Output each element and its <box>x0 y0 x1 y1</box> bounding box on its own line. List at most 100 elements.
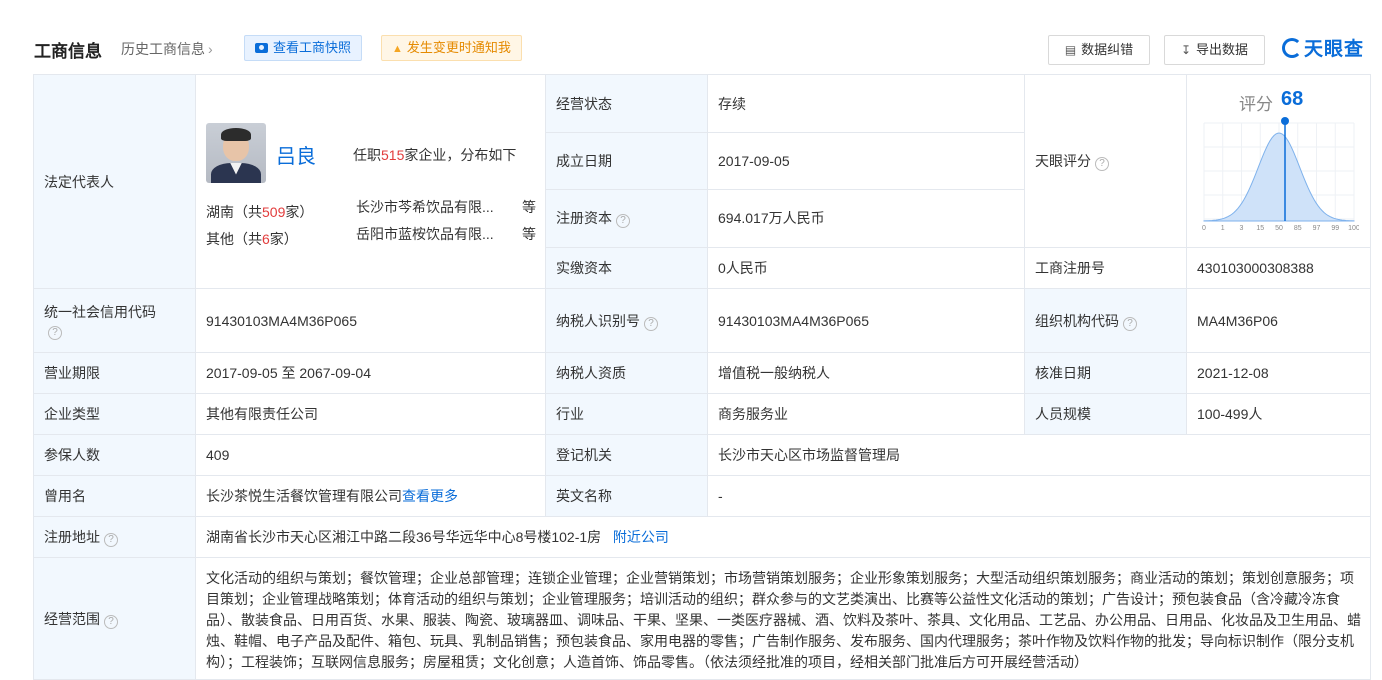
term-value: 2017-09-05 至 2067-09-04 <box>195 352 546 394</box>
address-cell: 湖南省长沙市天心区湘江中路二段36号华远华中心8号楼102-1房 附近公司 <box>195 516 1371 558</box>
score-tick-label: 15 <box>1256 225 1264 232</box>
english-name-label: 英文名称 <box>545 475 708 517</box>
industry-value: 商务服务业 <box>707 393 1025 435</box>
header-bar: 工商信息 历史工商信息 › 查看工商快照 ▲ 发生变更时通知我 ▤ 数据纠错 ↧ 导出数… <box>0 0 1382 74</box>
camera-icon <box>255 43 268 53</box>
score-tick-label: 85 <box>1294 225 1302 232</box>
established-value: 2017-09-05 <box>707 132 1025 190</box>
export-data-button[interactable]: ↧ 导出数据 <box>1164 35 1265 65</box>
help-icon[interactable]: ? <box>616 214 630 229</box>
document-icon: ▤ <box>1064 43 1077 57</box>
scope-label: 经营范围 <box>44 610 100 627</box>
score-value: 68 <box>1281 88 1304 110</box>
correct-data-button[interactable]: ▤ 数据纠错 <box>1048 35 1150 65</box>
legal-rep-cell: 吕良 任职515家企业，分布如下 湖南（共509家） 长沙市芩希饮品有限... 等 … <box>195 74 546 289</box>
credit-code-label: 统一社会信用代码 <box>44 303 156 320</box>
insured-label: 参保人数 <box>33 434 196 476</box>
score-tick-label: 3 <box>1240 225 1244 232</box>
region-row: 湖南（共509家） 长沙市芩希饮品有限... 等 <box>206 197 536 220</box>
help-icon[interactable]: ? <box>1095 157 1109 171</box>
score-tick-label: 99 <box>1331 225 1339 232</box>
former-name-value: 长沙茶悦生活餐饮管理有限公司 <box>206 488 402 504</box>
staff-size-label: 人员规模 <box>1024 393 1187 435</box>
reg-no-value: 430103000308388 <box>1186 247 1371 289</box>
legal-rep-summary: 任职515家企业，分布如下 <box>353 146 517 163</box>
paid-capital-value: 0人民币 <box>707 247 1025 289</box>
download-icon: ↧ <box>1180 43 1192 57</box>
region-more[interactable]: 等 <box>522 224 536 244</box>
english-name-value: - <box>707 475 1371 517</box>
reg-no-label: 工商注册号 <box>1024 247 1187 289</box>
status-label: 经营状态 <box>545 73 708 134</box>
position-count: 515 <box>381 146 405 163</box>
reg-capital-label-cell: 注册资本? <box>545 188 708 249</box>
credit-code-value: 91430103MA4M36P065 <box>195 288 546 353</box>
credit-code-label-cell: 统一社会信用代码 ? <box>33 288 196 353</box>
former-name-cell: 长沙茶悦生活餐饮管理有限公司查看更多 <box>195 475 546 517</box>
snapshot-button[interactable]: 查看工商快照 <box>244 35 363 61</box>
score-tick-label: 50 <box>1275 225 1283 232</box>
chevron-right-icon: › <box>208 41 213 57</box>
scope-label-cell: 经营范围? <box>33 557 196 680</box>
snapshot-button-label: 查看工商快照 <box>273 40 352 55</box>
insured-value: 409 <box>195 434 546 476</box>
taxpayer-qual-label: 纳税人资质 <box>545 352 708 394</box>
company-type-label: 企业类型 <box>33 393 196 435</box>
address-label: 注册地址 <box>44 529 100 545</box>
help-icon[interactable]: ? <box>48 325 62 340</box>
nearby-companies-link[interactable]: 附近公司 <box>613 529 669 545</box>
taxpayer-id-label-cell: 纳税人识别号? <box>545 288 708 353</box>
approval-date-value: 2021-12-08 <box>1186 352 1371 394</box>
score-label: 评分 <box>1239 95 1273 114</box>
scope-value: 文化活动的组织与策划；餐饮管理；企业总部管理；连锁企业管理；企业营销策划；市场营… <box>195 557 1371 680</box>
address-label-cell: 注册地址? <box>33 516 196 558</box>
paid-capital-label: 实缴资本 <box>545 247 708 289</box>
notify-button[interactable]: ▲ 发生变更时通知我 <box>381 35 522 61</box>
help-icon[interactable]: ? <box>104 614 118 629</box>
logo-text: 天眼查 <box>1304 39 1365 60</box>
authority-value: 长沙市天心区市场监督管理局 <box>707 434 1371 476</box>
term-label: 营业期限 <box>33 352 196 394</box>
region-company[interactable]: 长沙市芩希饮品有限... <box>356 197 496 217</box>
tianyan-score-label: 天眼评分 <box>1035 153 1091 169</box>
org-code-label-cell: 组织机构代码? <box>1024 288 1187 353</box>
score-tick-label: 100 <box>1348 225 1359 232</box>
region-company[interactable]: 岳阳市蓝桉饮品有限... <box>356 224 496 244</box>
history-link-label: 历史工商信息 <box>121 41 205 57</box>
approval-date-label: 核准日期 <box>1024 352 1187 394</box>
taxpayer-qual-value: 增值税一般纳税人 <box>707 352 1025 394</box>
reg-capital-value: 694.017万人民币 <box>707 188 1025 249</box>
history-link[interactable]: 历史工商信息 › <box>121 39 213 59</box>
score-tick-label: 97 <box>1313 225 1321 232</box>
legal-rep-name[interactable]: 吕良 <box>276 140 316 169</box>
score-tick-label: 0 <box>1202 225 1206 232</box>
help-icon[interactable]: ? <box>1123 316 1137 331</box>
help-icon[interactable]: ? <box>644 316 658 331</box>
established-label: 成立日期 <box>545 132 708 190</box>
export-data-label: 导出数据 <box>1196 42 1249 57</box>
taxpayer-id-value: 91430103MA4M36P065 <box>707 288 1025 353</box>
tianyan-score-label-cell: 天眼评分? <box>1024 74 1187 248</box>
score-distribution-chart: 0 1 3 15 50 85 97 99 100 <box>1202 117 1359 232</box>
score-tick-label: 1 <box>1221 225 1225 232</box>
address-value: 湖南省长沙市天心区湘江中路二段36号华远华中心8号楼102-1房 <box>206 529 602 545</box>
status-value: 存续 <box>707 73 1025 134</box>
reg-capital-label: 注册资本 <box>556 210 612 227</box>
correct-data-label: 数据纠错 <box>1081 42 1134 57</box>
business-info-table: 法定代表人 吕良 任职515家企业，分布如下 湖南（共509家） 长沙市芩希饮品有… <box>33 73 1371 680</box>
taxpayer-id-label: 纳税人识别号 <box>556 312 640 329</box>
help-icon[interactable]: ? <box>104 533 118 547</box>
org-code-label: 组织机构代码 <box>1035 312 1119 329</box>
industry-label: 行业 <box>545 393 708 435</box>
staff-size-value: 100-499人 <box>1186 393 1371 435</box>
org-code-value: MA4M36P06 <box>1186 288 1371 353</box>
notify-button-label: 发生变更时通知我 <box>406 40 511 55</box>
score-cell: 评分 68 0 1 3 15 50 85 97 99 100 <box>1186 74 1371 248</box>
region-row: 其他（共6家） 岳阳市蓝桉饮品有限... 等 <box>206 224 536 247</box>
view-more-link[interactable]: 查看更多 <box>402 488 458 504</box>
tianyancha-logo[interactable]: 天眼查 <box>1282 34 1364 61</box>
page-title: 工商信息 <box>34 42 102 61</box>
avatar[interactable] <box>206 122 266 183</box>
score-curve <box>1203 132 1355 222</box>
region-more[interactable]: 等 <box>522 197 536 217</box>
